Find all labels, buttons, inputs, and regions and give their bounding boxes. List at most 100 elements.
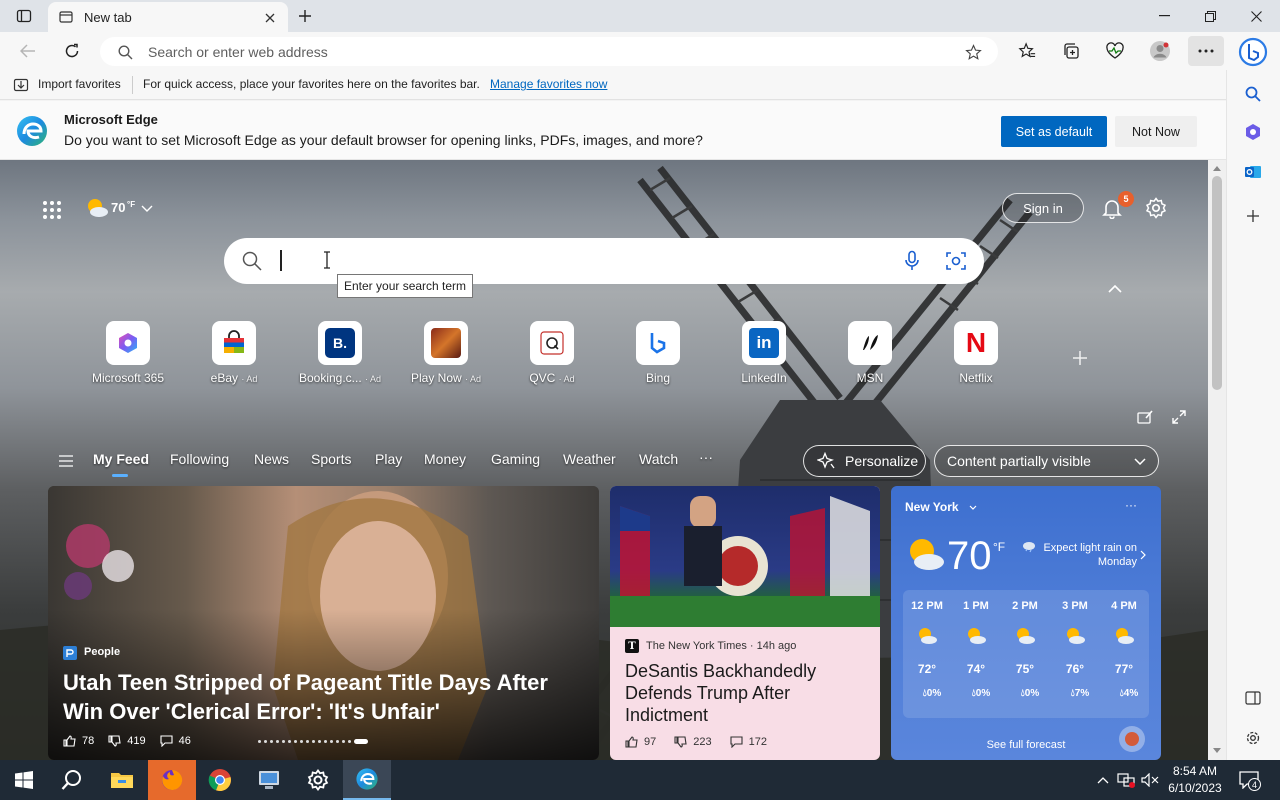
- tile-netflix[interactable]: N: [954, 321, 998, 365]
- action-center-icon[interactable]: 4: [1236, 768, 1262, 792]
- weather-widget-button[interactable]: 70 °F: [84, 196, 160, 220]
- firefox-icon[interactable]: [148, 760, 196, 800]
- weather-map-thumbnail[interactable]: [1119, 726, 1145, 752]
- profile-avatar[interactable]: [1146, 38, 1174, 64]
- not-now-button[interactable]: Not Now: [1115, 116, 1197, 147]
- game-thumbnail-icon: [431, 328, 461, 358]
- chevron-right-icon[interactable]: [1137, 548, 1149, 562]
- microphone-icon[interactable]: [900, 249, 924, 273]
- sidebar-panel-icon[interactable]: [1241, 686, 1265, 710]
- close-tab-icon[interactable]: [260, 8, 280, 28]
- import-favorites-link[interactable]: Import favorites: [38, 77, 121, 91]
- close-window-button[interactable]: [1236, 2, 1276, 30]
- tab-new-tab[interactable]: New tab: [48, 2, 288, 32]
- sidebar-add-icon[interactable]: [1241, 204, 1265, 228]
- content-visibility-dropdown[interactable]: Content partially visible: [934, 445, 1159, 477]
- settings-and-more-button[interactable]: [1188, 36, 1224, 66]
- weather-more-button[interactable]: ···: [1125, 498, 1137, 512]
- refresh-button[interactable]: [58, 38, 86, 64]
- new-tab-button[interactable]: [292, 4, 318, 28]
- add-shortcut-icon[interactable]: [1068, 346, 1092, 370]
- notifications-bell-icon[interactable]: 5: [1098, 191, 1134, 222]
- browser-essentials-icon[interactable]: [1102, 38, 1128, 64]
- feed-more-button[interactable]: ···: [699, 449, 713, 465]
- sign-in-button[interactable]: Sign in: [1002, 193, 1084, 223]
- article-photo: [610, 486, 880, 627]
- search-icon: [116, 43, 134, 61]
- volume-muted-icon[interactable]: [1140, 770, 1160, 790]
- feed-tab-gaming[interactable]: Gaming: [491, 451, 540, 467]
- page-scrollbar[interactable]: [1208, 160, 1226, 760]
- card-headline[interactable]: Utah Teen Stripped of Pageant Title Days…: [63, 668, 583, 726]
- sidebar-settings-gear-icon[interactable]: [1241, 726, 1265, 750]
- visual-search-icon[interactable]: [944, 249, 968, 273]
- favorite-star-icon[interactable]: [962, 41, 984, 63]
- feed-tab-my-feed[interactable]: My Feed: [93, 451, 149, 467]
- weather-card[interactable]: New York ··· 70 °F Expect light rain on …: [891, 486, 1161, 760]
- weather-city[interactable]: New York: [905, 500, 959, 514]
- scroll-down-arrow-icon[interactable]: [1212, 746, 1222, 754]
- collapse-chevron-up-icon[interactable]: [1104, 280, 1126, 298]
- feed-menu-hamburger-icon[interactable]: [54, 450, 78, 472]
- minimize-button[interactable]: [1144, 2, 1184, 30]
- scroll-up-arrow-icon[interactable]: [1212, 164, 1222, 172]
- clock-date[interactable]: 6/10/2023: [1166, 781, 1224, 795]
- expand-icon[interactable]: [1168, 406, 1190, 428]
- tile-linkedin[interactable]: in: [742, 321, 786, 365]
- feed-tab-watch[interactable]: Watch: [639, 451, 678, 467]
- news-card-article[interactable]: T The New York Times · 14h ago DeSantis …: [610, 486, 880, 760]
- page-settings-gear-icon[interactable]: [1142, 194, 1170, 222]
- tile-microsoft-365[interactable]: [106, 321, 150, 365]
- see-full-forecast-link[interactable]: See full forecast: [976, 736, 1076, 754]
- import-favorites-icon[interactable]: [12, 76, 30, 94]
- feed-tab-following[interactable]: Following: [170, 451, 229, 467]
- tile-ebay[interactable]: [212, 321, 256, 365]
- edge-taskbar-icon[interactable]: [343, 760, 391, 800]
- feed-tab-news[interactable]: News: [254, 451, 289, 467]
- tile-label: Bing: [645, 371, 671, 385]
- collections-icon[interactable]: [1058, 38, 1084, 64]
- start-button[interactable]: [0, 760, 48, 800]
- control-panel-icon[interactable]: [245, 760, 293, 800]
- tile-msn[interactable]: [848, 321, 892, 365]
- scroll-thumb[interactable]: [1212, 176, 1222, 390]
- feed-tab-play[interactable]: Play: [375, 451, 402, 467]
- tile-label: Play Now · Ad: [410, 371, 482, 385]
- set-as-default-button[interactable]: Set as default: [1001, 116, 1107, 147]
- feed-tab-money[interactable]: Money: [424, 451, 466, 467]
- hour-precip: 💧︎0%: [922, 688, 942, 699]
- back-button[interactable]: [14, 38, 42, 64]
- tile-play-now[interactable]: [424, 321, 468, 365]
- infobar-message: Do you want to set Microsoft Edge as you…: [64, 132, 703, 148]
- tile-qvc[interactable]: [530, 321, 574, 365]
- settings-gear-icon[interactable]: [294, 760, 342, 800]
- apps-launcher-icon[interactable]: [38, 196, 66, 224]
- taskbar-search-icon[interactable]: [48, 760, 96, 800]
- chevron-down-icon[interactable]: [967, 502, 979, 512]
- address-bar[interactable]: Search or enter web address: [100, 37, 998, 66]
- favorites-icon[interactable]: [1014, 38, 1040, 64]
- restore-button[interactable]: [1190, 2, 1230, 30]
- sidebar-search-icon[interactable]: [1241, 82, 1265, 106]
- tab-actions-icon[interactable]: [10, 4, 38, 28]
- tile-booking[interactable]: B.: [318, 321, 362, 365]
- card-headline[interactable]: DeSantis Backhandedly Defends Trump Afte…: [625, 660, 870, 726]
- hour-time: 3 PM: [1062, 600, 1088, 612]
- network-icon[interactable]: [1116, 770, 1136, 790]
- tile-bing[interactable]: [636, 321, 680, 365]
- bing-copilot-icon[interactable]: [1236, 35, 1270, 69]
- carousel-dots[interactable]: [258, 739, 368, 744]
- tray-chevron-up-icon[interactable]: [1094, 770, 1112, 790]
- rain-cloud-icon: [1021, 540, 1037, 554]
- personalize-button[interactable]: Personalize: [803, 445, 926, 477]
- feed-tab-weather[interactable]: Weather: [563, 451, 616, 467]
- sidebar-outlook-icon[interactable]: [1241, 160, 1265, 184]
- file-explorer-icon[interactable]: [98, 760, 146, 800]
- manage-favorites-link[interactable]: Manage favorites now: [490, 77, 607, 91]
- news-card-hero[interactable]: People Utah Teen Stripped of Pageant Tit…: [48, 486, 599, 760]
- clock-time[interactable]: 8:54 AM: [1166, 764, 1224, 778]
- background-edit-icon[interactable]: [1134, 406, 1156, 428]
- sidebar-copilot-icon[interactable]: [1241, 120, 1265, 144]
- chrome-icon[interactable]: [196, 760, 244, 800]
- feed-tab-sports[interactable]: Sports: [311, 451, 351, 467]
